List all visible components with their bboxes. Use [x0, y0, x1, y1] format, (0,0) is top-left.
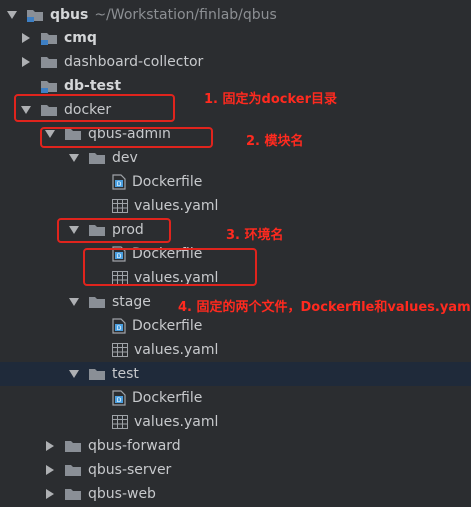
folder-icon: [88, 222, 106, 238]
folder-icon: [40, 54, 58, 70]
module-folder-icon: [40, 78, 58, 94]
folder-name: qbus-admin: [88, 126, 171, 142]
svg-text:D: D: [117, 325, 122, 332]
tree-folder-row[interactable]: test: [0, 362, 471, 386]
dockerfile-icon: D: [112, 246, 126, 262]
chevron-down-icon[interactable]: [68, 368, 80, 380]
yaml-table-icon: [112, 343, 128, 357]
tree-file-row[interactable]: D Dockerfile: [0, 170, 471, 194]
tree-root-row[interactable]: qbus ~/Workstation/finlab/qbus: [0, 3, 471, 27]
folder-name: qbus-forward: [88, 438, 181, 454]
file-name: values.yaml: [134, 414, 219, 430]
folder-name: dev: [112, 150, 138, 166]
folder-name: test: [112, 366, 139, 382]
chevron-down-icon[interactable]: [6, 9, 18, 21]
yaml-table-icon: [112, 271, 128, 285]
file-name: Dockerfile: [132, 174, 203, 190]
tree-folder-row[interactable]: dashboard-collector: [0, 50, 471, 74]
folder-name: cmq: [64, 30, 97, 46]
folder-name: qbus-server: [88, 462, 172, 478]
folder-icon: [88, 366, 106, 382]
tree-folder-row[interactable]: qbus-forward: [0, 434, 471, 458]
dockerfile-icon: D: [112, 318, 126, 334]
folder-icon: [88, 150, 106, 166]
tree-file-row[interactable]: D Dockerfile: [0, 314, 471, 338]
chevron-down-icon[interactable]: [68, 152, 80, 164]
arrow-spacer: [92, 320, 104, 332]
folder-name: db-test: [64, 78, 122, 94]
arrow-spacer: [92, 248, 104, 260]
folder-name: docker: [64, 102, 112, 118]
dockerfile-icon: D: [112, 390, 126, 406]
chevron-down-icon[interactable]: [44, 128, 56, 140]
svg-text:D: D: [117, 181, 122, 188]
folder-icon: [88, 294, 106, 310]
tree-file-row[interactable]: values.yaml: [0, 266, 471, 290]
folder-icon: [40, 102, 58, 118]
chevron-right-icon[interactable]: [44, 464, 56, 476]
chevron-down-icon[interactable]: [20, 104, 32, 116]
tree-folder-row[interactable]: qbus-web: [0, 482, 471, 506]
root-folder-path: ~/Workstation/finlab/qbus: [94, 7, 277, 23]
dockerfile-icon: D: [112, 174, 126, 190]
annotation-text-1: 1. 固定为docker目录: [204, 92, 337, 107]
tree-file-row[interactable]: values.yaml: [0, 410, 471, 434]
annotation-text-2: 2. 模块名: [246, 134, 304, 149]
tree-folder-row[interactable]: qbus-admin: [0, 122, 471, 146]
file-name: values.yaml: [134, 270, 219, 286]
chevron-down-icon[interactable]: [68, 224, 80, 236]
folder-name: qbus-web: [88, 486, 156, 502]
tree-folder-row[interactable]: cmq: [0, 26, 471, 50]
chevron-right-icon[interactable]: [44, 488, 56, 500]
tree-file-row[interactable]: values.yaml: [0, 194, 471, 218]
chevron-down-icon[interactable]: [68, 296, 80, 308]
chevron-right-icon[interactable]: [20, 56, 32, 68]
tree-file-row[interactable]: values.yaml: [0, 338, 471, 362]
folder-icon: [64, 126, 82, 142]
file-name: values.yaml: [134, 342, 219, 358]
arrow-spacer: [92, 416, 104, 428]
svg-text:D: D: [117, 253, 122, 260]
arrow-spacer: [92, 344, 104, 356]
file-name: values.yaml: [134, 198, 219, 214]
svg-text:D: D: [117, 397, 122, 404]
tree-folder-row[interactable]: dev: [0, 146, 471, 170]
folder-icon: [64, 438, 82, 454]
file-name: Dockerfile: [132, 318, 203, 334]
chevron-right-icon[interactable]: [20, 32, 32, 44]
arrow-spacer: [92, 200, 104, 212]
arrow-spacer: [20, 80, 32, 92]
arrow-spacer: [92, 176, 104, 188]
arrow-spacer: [92, 392, 104, 404]
yaml-table-icon: [112, 415, 128, 429]
arrow-spacer: [92, 272, 104, 284]
folder-name: stage: [112, 294, 151, 310]
tree-file-row[interactable]: D Dockerfile: [0, 242, 471, 266]
folder-icon: [26, 7, 44, 23]
folder-icon: [64, 462, 82, 478]
yaml-table-icon: [112, 199, 128, 213]
file-name: Dockerfile: [132, 246, 203, 262]
annotation-text-4: 4. 固定的两个文件，Dockerfile和values.yaml: [178, 300, 471, 315]
folder-name: dashboard-collector: [64, 54, 204, 70]
module-folder-icon: [40, 30, 58, 46]
root-folder-name: qbus: [50, 7, 89, 23]
tree-folder-row[interactable]: qbus-server: [0, 458, 471, 482]
folder-icon: [64, 486, 82, 502]
folder-name: prod: [112, 222, 144, 238]
annotation-text-3: 3. 环境名: [226, 228, 284, 243]
file-name: Dockerfile: [132, 390, 203, 406]
tree-file-row[interactable]: D Dockerfile: [0, 386, 471, 410]
chevron-right-icon[interactable]: [44, 440, 56, 452]
